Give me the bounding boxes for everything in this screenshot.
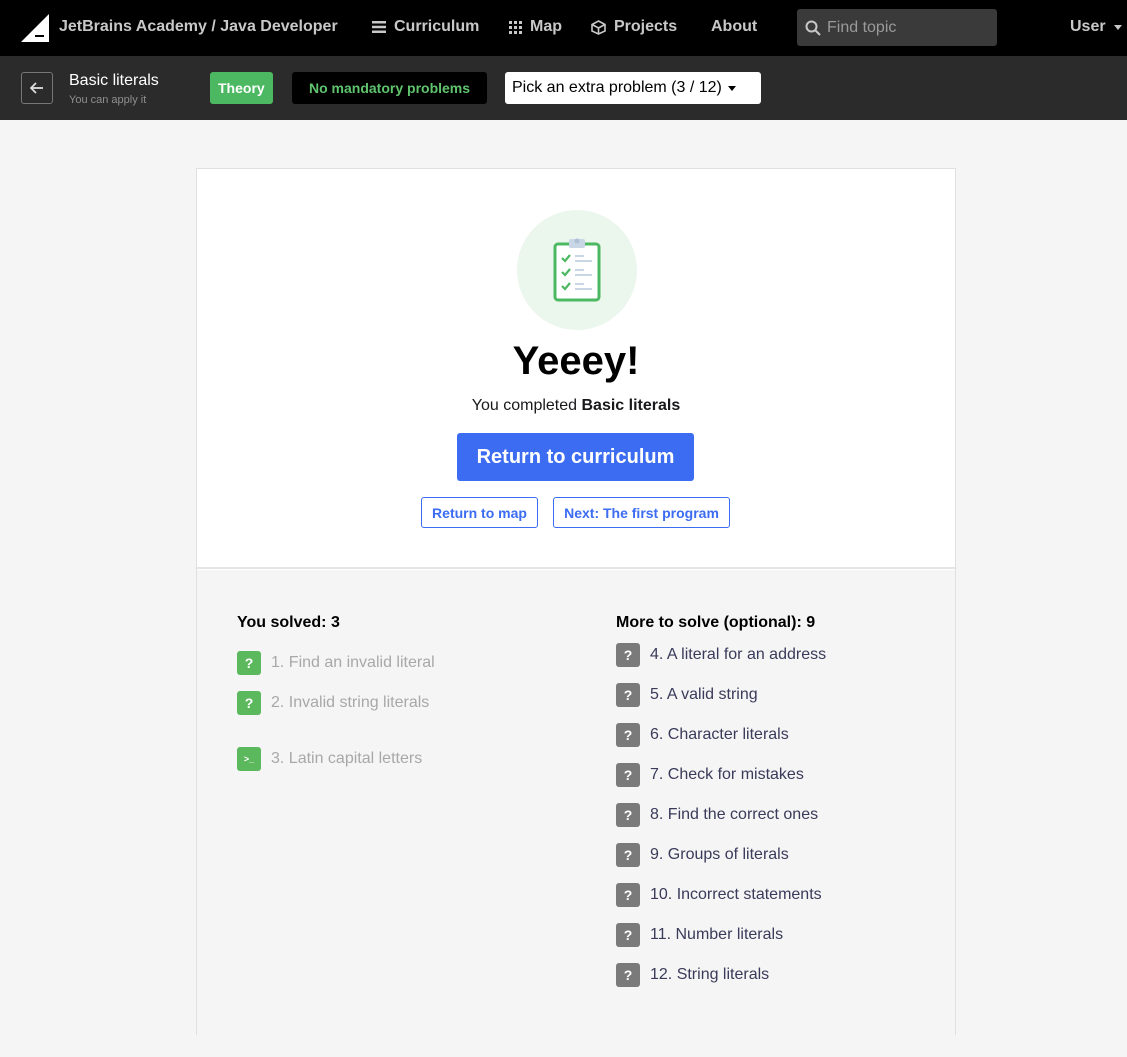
search-input[interactable] [827, 18, 987, 37]
question-icon: ? [616, 723, 640, 747]
back-button[interactable] [21, 72, 53, 104]
problems-section: You solved: 3 More to solve (optional): … [197, 570, 955, 1035]
question-icon: ? [616, 803, 640, 827]
problem-label: 7. Check for mistakes [650, 766, 804, 783]
optional-problem-item[interactable]: ? 5. A valid string [616, 683, 758, 707]
problem-label: 11. Number literals [650, 926, 784, 943]
optional-problem-item[interactable]: ? 9. Groups of literals [616, 843, 789, 867]
search-icon [805, 20, 821, 36]
success-headline: Yeeey! [512, 339, 640, 383]
grid-icon [509, 20, 522, 34]
return-to-curriculum-button[interactable]: Return to curriculum [457, 433, 694, 481]
completed-topic-name: Basic literals [581, 397, 681, 414]
optional-problem-item[interactable]: ? 4. A literal for an address [616, 643, 826, 667]
optional-problem-item[interactable]: ? 6. Character literals [616, 723, 789, 747]
solved-problem-item[interactable]: ? 2. Invalid string literals [237, 691, 429, 715]
pick-extra-problem-dropdown[interactable]: Pick an extra problem (3 / 12) [505, 72, 761, 104]
clipboard-checklist-icon [517, 210, 637, 330]
completion-prefix: You completed [471, 397, 578, 414]
chevron-down-icon [727, 85, 736, 91]
problem-label: 3. Latin capital letters [271, 750, 423, 767]
solved-heading: You solved: 3 [237, 614, 340, 631]
theory-button[interactable]: Theory [210, 72, 273, 104]
return-to-map-button[interactable]: Return to map [421, 497, 538, 528]
nav-projects[interactable]: Projects [591, 18, 677, 36]
top-navbar: JetBrains Academy / Java Developer Curri… [0, 0, 1127, 56]
solved-problem-item[interactable]: >_ 3. Latin capital letters [237, 747, 422, 771]
search-box [797, 9, 997, 46]
problem-label: 12. String literals [650, 966, 770, 983]
terminal-icon: >_ [237, 747, 261, 771]
optional-problem-item[interactable]: ? 12. String literals [616, 963, 769, 987]
next-topic-button[interactable]: Next: The first program [553, 497, 730, 528]
topic-title: Basic literals [69, 72, 159, 89]
nav-curriculum[interactable]: Curriculum [372, 18, 479, 36]
more-to-solve-heading: More to solve (optional): 9 [616, 614, 816, 631]
question-icon: ? [616, 763, 640, 787]
completion-summary: Yeeey! You completed Basic literals Retu… [197, 169, 955, 569]
question-icon: ? [237, 691, 261, 715]
completion-message: You completed Basic literals [197, 397, 955, 415]
nav-curriculum-label: Curriculum [394, 18, 480, 35]
user-menu[interactable]: User [1070, 18, 1122, 36]
user-label: User [1070, 18, 1106, 35]
optional-problem-item[interactable]: ? 11. Number literals [616, 923, 783, 947]
completion-card: Yeeey! You completed Basic literals Retu… [196, 168, 956, 1035]
pick-extra-problem-label: Pick an extra problem (3 / 12) [512, 79, 722, 96]
chevron-down-icon [1113, 24, 1122, 30]
problem-label: 5. A valid string [650, 686, 758, 703]
no-mandatory-problems-button[interactable]: No mandatory problems [292, 72, 488, 104]
question-icon: ? [616, 883, 640, 907]
optional-problem-item[interactable]: ? 7. Check for mistakes [616, 763, 804, 787]
jetbrains-academy-logo-icon[interactable] [21, 14, 49, 42]
nav-about[interactable]: About [711, 18, 757, 36]
problem-label: 4. A literal for an address [650, 646, 827, 663]
list-icon [372, 21, 386, 33]
problem-label: 8. Find the correct ones [650, 806, 819, 823]
nav-map[interactable]: Map [509, 18, 562, 36]
question-icon: ? [616, 643, 640, 667]
problem-label: 6. Character literals [650, 726, 789, 743]
problem-label: 9. Groups of literals [650, 846, 789, 863]
question-icon: ? [616, 683, 640, 707]
problem-label: 1. Find an invalid literal [271, 654, 435, 671]
optional-problem-item[interactable]: ? 8. Find the correct ones [616, 803, 818, 827]
question-icon: ? [237, 651, 261, 675]
nav-map-label: Map [530, 18, 562, 35]
optional-problem-item[interactable]: ? 10. Incorrect statements [616, 883, 822, 907]
nav-projects-label: Projects [614, 18, 678, 35]
question-icon: ? [616, 963, 640, 987]
cube-icon [591, 19, 606, 35]
brand-link[interactable]: JetBrains Academy / Java Developer [59, 18, 338, 36]
question-icon: ? [616, 923, 640, 947]
topic-status: You can apply it [69, 94, 147, 106]
solved-problem-item[interactable]: ? 1. Find an invalid literal [237, 651, 435, 675]
arrow-left-icon [30, 82, 43, 94]
problem-label: 2. Invalid string literals [271, 694, 430, 711]
topic-toolbar: Basic literals You can apply it Theory N… [0, 56, 1127, 120]
problem-label: 10. Incorrect statements [650, 886, 822, 903]
question-icon: ? [616, 843, 640, 867]
